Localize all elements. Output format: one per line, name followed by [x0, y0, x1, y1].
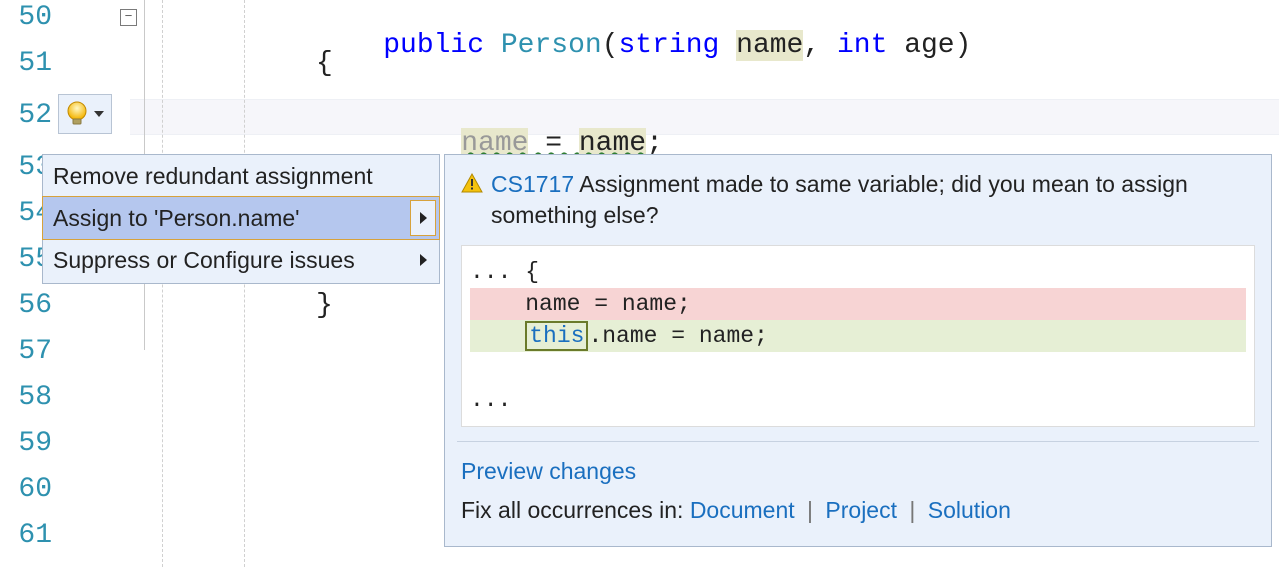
fix-scope-solution-link[interactable]: Solution	[928, 497, 1011, 523]
diff-added-line: this.name = name;	[470, 320, 1246, 352]
chevron-right-icon	[420, 212, 427, 224]
preview-changes-link[interactable]: Preview changes	[461, 458, 636, 484]
diff-add-rest: .name = name;	[588, 323, 767, 349]
separator: |	[807, 497, 813, 523]
line-number: 51	[0, 50, 52, 78]
fix-scope-project-link[interactable]: Project	[825, 497, 897, 523]
fix-scope-document-link[interactable]: Document	[690, 497, 795, 523]
divider	[457, 441, 1259, 442]
keyword-this-box: this	[525, 321, 588, 351]
fix-all-label: Fix all occurrences in:	[461, 497, 690, 523]
fix-preview-flyout: CS1717 Assignment made to same variable;…	[444, 154, 1272, 547]
quick-action-label: Remove redundant assignment	[53, 163, 373, 190]
quick-action-assign-to-person-name[interactable]: Assign to 'Person.name'	[42, 196, 440, 240]
quick-action-suppress-configure[interactable]: Suppress or Configure issues	[43, 239, 439, 281]
warning-code-link[interactable]: CS1717	[491, 171, 574, 197]
diff-add-indent	[470, 323, 525, 349]
line-number: 60	[0, 476, 52, 504]
code-line-51[interactable]: {	[316, 50, 1279, 78]
quick-action-label: Assign to 'Person.name'	[53, 205, 300, 232]
line-number: 50	[0, 4, 52, 32]
separator: |	[909, 497, 915, 523]
warning-header: CS1717 Assignment made to same variable;…	[461, 169, 1255, 231]
diff-brace-open: {	[525, 259, 539, 285]
diff-removed-line: name = name;	[470, 288, 1246, 320]
submenu-indicator-box[interactable]	[410, 200, 436, 236]
code-editor[interactable]: 50 51 52 53 54 55 56 57 58 59 60 61 − pu…	[0, 0, 1279, 567]
diff-ellipsis: ...	[470, 259, 511, 285]
quick-actions-menu: Remove redundant assignment Assign to 'P…	[42, 154, 440, 284]
fold-toggle[interactable]: −	[120, 9, 137, 26]
line-number: 61	[0, 522, 52, 550]
line-number: 59	[0, 430, 52, 458]
line-number: 58	[0, 384, 52, 412]
lightbulb-button[interactable]	[58, 94, 112, 134]
line-number: 57	[0, 338, 52, 366]
lightbulb-icon	[66, 101, 88, 127]
chevron-right-icon	[420, 254, 427, 266]
line-number: 56	[0, 292, 52, 320]
line-number: 52	[0, 102, 52, 130]
diff-preview: ... { name = name; this.name = name; ...	[461, 245, 1255, 427]
diff-blank	[470, 352, 1246, 384]
chevron-down-icon	[94, 111, 104, 117]
warning-text: Assignment made to same variable; did yo…	[491, 171, 1188, 228]
diff-ellipsis: ...	[470, 387, 511, 413]
quick-action-label: Suppress or Configure issues	[53, 247, 355, 274]
quick-action-remove-redundant[interactable]: Remove redundant assignment	[43, 155, 439, 197]
warning-icon	[461, 171, 483, 193]
